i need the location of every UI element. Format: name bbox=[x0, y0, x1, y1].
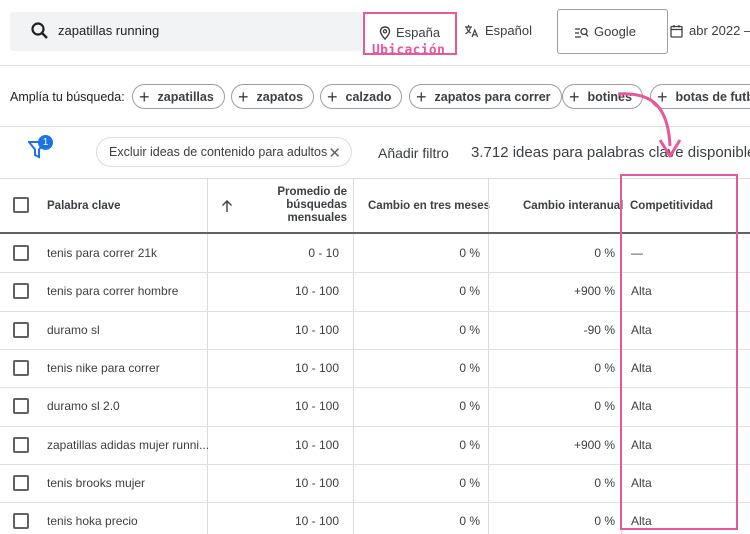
avg-searches-cell: 0 - 10 bbox=[308, 246, 339, 261]
avg-searches-cell: 10 - 100 bbox=[294, 361, 339, 376]
broaden-chip-zapatillas[interactable]: + zapatillas bbox=[132, 84, 225, 109]
three-month-change-cell: 0 % bbox=[459, 284, 480, 299]
three-month-change-cell: 0 % bbox=[459, 514, 480, 529]
broaden-label: Amplía tu búsqueda: bbox=[10, 90, 125, 104]
date-range-button[interactable]: abr 2022 – m bbox=[670, 23, 750, 38]
keyword-cell[interactable]: tenis nike para correr bbox=[47, 361, 160, 375]
three-month-change-cell: 0 % bbox=[459, 246, 480, 261]
chip-label: calzado bbox=[345, 89, 392, 104]
add-filter-button[interactable]: Añadir filtro bbox=[378, 145, 449, 161]
yoy-change-cell: 0 % bbox=[594, 246, 615, 261]
broaden-chip-calzado[interactable]: + calzado bbox=[320, 84, 403, 109]
chip-label: zapatos bbox=[256, 89, 304, 104]
yoy-change-cell: +900 % bbox=[573, 437, 615, 452]
keyword-cell[interactable]: tenis hoka precio bbox=[47, 514, 138, 528]
broaden-chip-zapatos-para-correr[interactable]: + zapatos para correr bbox=[409, 84, 562, 109]
search-network-icon bbox=[575, 27, 589, 38]
avg-searches-cell: 10 - 100 bbox=[294, 322, 339, 337]
row-checkbox[interactable] bbox=[13, 360, 29, 377]
row-checkbox[interactable] bbox=[13, 245, 29, 262]
avg-searches-cell: 10 - 100 bbox=[294, 284, 339, 299]
yoy-change-cell: -90 % bbox=[583, 322, 615, 337]
close-icon[interactable]: ✕ bbox=[328, 144, 341, 162]
language-button[interactable]: Español bbox=[464, 23, 532, 38]
location-annotation: Ubicación bbox=[372, 43, 446, 58]
header-keyword[interactable]: Palabra clave bbox=[47, 178, 121, 233]
location-label: España bbox=[396, 25, 441, 40]
plus-icon: + bbox=[238, 86, 249, 107]
chip-label: zapatillas bbox=[157, 89, 214, 104]
header-three-month-change[interactable]: Cambio en tres meses bbox=[368, 178, 490, 233]
header-yoy-change[interactable]: Cambio interanual bbox=[523, 178, 623, 233]
three-month-change-cell: 0 % bbox=[459, 322, 480, 337]
header-avg-searches[interactable]: Promedio de búsquedas mensuales bbox=[255, 178, 347, 233]
network-button[interactable]: Google bbox=[557, 9, 668, 54]
select-all-checkbox[interactable] bbox=[13, 197, 29, 213]
competition-highlight-box bbox=[620, 174, 738, 530]
keyword-cell[interactable]: zapatillas adidas mujer runni... bbox=[47, 438, 209, 452]
row-checkbox[interactable] bbox=[13, 474, 29, 491]
row-checkbox[interactable] bbox=[13, 513, 29, 530]
row-checkbox[interactable] bbox=[13, 436, 29, 453]
filter-count-badge: 1 bbox=[38, 135, 53, 150]
keyword-cell[interactable]: tenis brooks mujer bbox=[47, 476, 145, 490]
arrow-up-icon[interactable] bbox=[221, 199, 233, 213]
keyword-cell[interactable]: duramo sl bbox=[47, 323, 100, 337]
avg-searches-cell: 10 - 100 bbox=[294, 475, 339, 490]
plus-icon: + bbox=[327, 86, 338, 107]
keyword-cell[interactable]: tenis para correr 21k bbox=[47, 246, 157, 260]
row-checkbox[interactable] bbox=[13, 398, 29, 415]
search-input[interactable]: zapatillas running bbox=[10, 12, 362, 51]
three-month-change-cell: 0 % bbox=[459, 437, 480, 452]
yoy-change-cell: 0 % bbox=[594, 475, 615, 490]
language-label: Español bbox=[485, 23, 532, 38]
highlight-arrow bbox=[617, 92, 682, 158]
row-checkbox[interactable] bbox=[13, 321, 29, 338]
three-month-change-cell: 0 % bbox=[459, 361, 480, 376]
keyword-cell[interactable]: duramo sl 2.0 bbox=[47, 399, 120, 413]
date-range-label: abr 2022 – m bbox=[689, 23, 750, 38]
exclude-adult-label: Excluir ideas de contenido para adultos bbox=[109, 145, 328, 159]
avg-searches-cell: 10 - 100 bbox=[294, 399, 339, 414]
search-query: zapatillas running bbox=[58, 23, 160, 38]
location-pin-icon bbox=[379, 25, 391, 40]
yoy-change-cell: 0 % bbox=[594, 514, 615, 529]
broaden-chip-zapatos[interactable]: + zapatos bbox=[231, 84, 315, 109]
plus-icon: + bbox=[569, 86, 580, 107]
three-month-change-cell: 0 % bbox=[459, 399, 480, 414]
keyword-cell[interactable]: tenis para correr hombre bbox=[47, 284, 178, 298]
network-label: Google bbox=[594, 24, 636, 39]
yoy-change-cell: +900 % bbox=[573, 284, 615, 299]
translate-icon bbox=[465, 24, 479, 37]
search-icon bbox=[31, 22, 48, 39]
avg-searches-cell: 10 - 100 bbox=[294, 514, 339, 529]
yoy-change-cell: 0 % bbox=[594, 361, 615, 376]
yoy-change-cell: 0 % bbox=[594, 399, 615, 414]
plus-icon: + bbox=[139, 86, 150, 107]
divider bbox=[0, 65, 750, 66]
exclude-adult-chip[interactable]: Excluir ideas de contenido para adultos … bbox=[96, 137, 352, 167]
row-checkbox[interactable] bbox=[13, 283, 29, 300]
calendar-icon bbox=[670, 24, 683, 38]
plus-icon: + bbox=[416, 86, 427, 107]
avg-searches-cell: 10 - 100 bbox=[294, 437, 339, 452]
chip-label: zapatos para correr bbox=[434, 89, 551, 104]
three-month-change-cell: 0 % bbox=[459, 475, 480, 490]
